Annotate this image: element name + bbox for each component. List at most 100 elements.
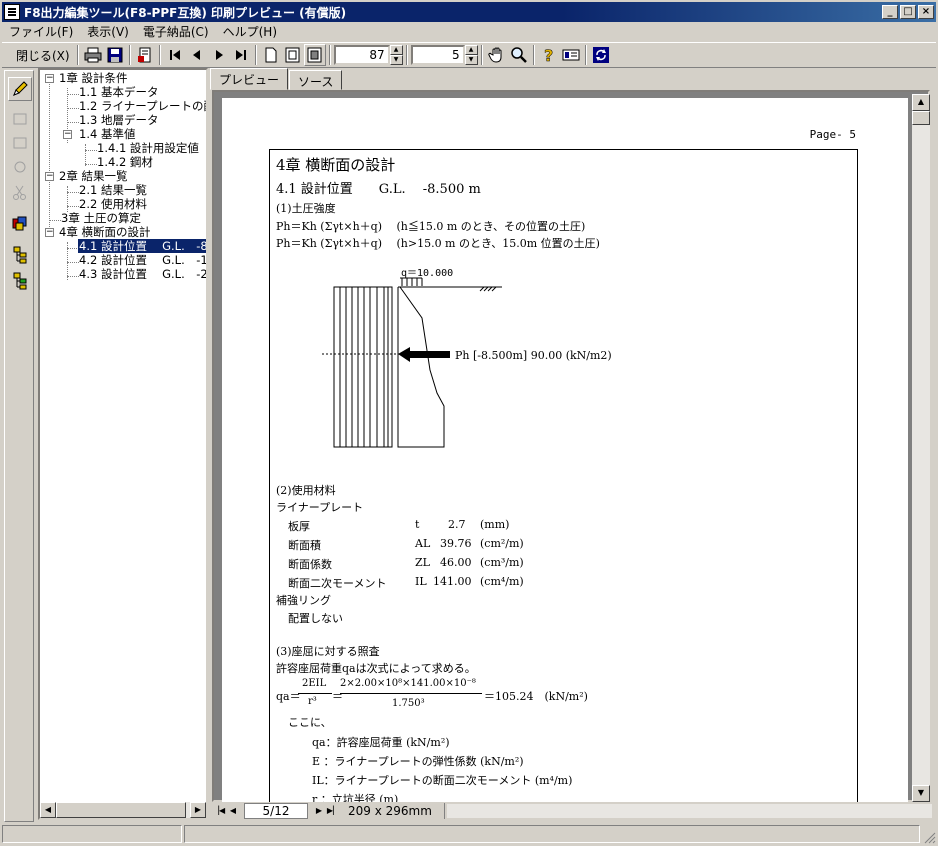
tree-line (67, 262, 79, 263)
nav-prev-icon[interactable]: ◀ (226, 804, 240, 818)
tree-item-2-2[interactable]: 2.2 使用材料 (79, 197, 147, 211)
collapse-toggle-icon[interactable]: − (45, 228, 54, 237)
fraction-bar (340, 693, 482, 694)
close-preview-button[interactable]: 閉じる(X) (12, 44, 74, 66)
scroll-thumb[interactable] (56, 802, 186, 818)
tree-horizontal-scrollbar[interactable]: ◀ ▶ (40, 802, 206, 818)
help-question-icon: ? (543, 46, 553, 64)
tree-line (67, 94, 79, 95)
view-tabs: プレビュー ソース (210, 68, 343, 90)
prev-page-button[interactable] (186, 44, 208, 66)
tree-collapse-button[interactable] (8, 269, 32, 293)
zoom-input[interactable]: 87 (333, 45, 390, 65)
tree-item-1-4-2[interactable]: 1.4.2 鋼材 (97, 155, 153, 169)
nav-next-icon[interactable]: ▶ (312, 804, 326, 818)
toolbar-separator (532, 45, 535, 65)
tab-preview[interactable]: プレビュー (210, 68, 289, 90)
tree-item-4-2[interactable]: 4.2 設計位置 G.L. -15 (79, 253, 206, 267)
page-spin-arrows[interactable]: ▲ ▼ (464, 45, 478, 65)
tree-item-ch3[interactable]: 3章 土圧の算定 (61, 211, 141, 225)
maximize-button[interactable]: □ (900, 5, 916, 19)
scroll-right-arrow-icon[interactable]: ▶ (190, 802, 206, 818)
tree-item-1-3[interactable]: 1.3 地層データ (79, 113, 158, 127)
tree-line (67, 206, 79, 207)
tree-item-4-3[interactable]: 4.3 設計位置 G.L. -20 (79, 267, 206, 281)
edit-button[interactable] (8, 77, 32, 101)
tree-expand-button[interactable] (8, 243, 32, 267)
first-page-button[interactable] (164, 44, 186, 66)
page-spinner[interactable]: 5 ▲ ▼ (410, 45, 478, 65)
tree-item-1-4[interactable]: 1.4 基準値 (79, 127, 135, 141)
tree-item-1-4-1[interactable]: 1.4.1 設計用設定値 (97, 141, 199, 155)
zoom-tool-button[interactable] (508, 44, 530, 66)
scroll-up-arrow-icon[interactable]: ▲ (912, 94, 930, 111)
collapse-toggle-icon[interactable]: − (63, 130, 72, 139)
scroll-left-arrow-icon[interactable]: ◀ (40, 802, 56, 818)
collapse-toggle-icon[interactable]: − (45, 74, 54, 83)
page-input[interactable]: 5 (410, 45, 465, 65)
main-toolbar: 閉じる(X) 87 ▲ ▼ 5 ▲ ▼ ? (2, 42, 936, 68)
page-indicator-field[interactable]: 5/12 (244, 803, 308, 819)
resize-grip-icon[interactable] (922, 830, 936, 844)
page-setup-button[interactable] (134, 44, 156, 66)
tree-item-4-1[interactable]: 4.1 設計位置 G.L. -8 (78, 239, 206, 253)
tree-item-ch4[interactable]: 4章 横断面の設計 (59, 225, 150, 239)
tab-source[interactable]: ソース (289, 70, 343, 90)
menu-view[interactable]: 表示(V) (80, 23, 136, 40)
page-number: Page- 5 (809, 128, 856, 141)
save-button[interactable] (104, 44, 126, 66)
paint-icon (12, 216, 27, 231)
menu-file[interactable]: ファイル(F) (2, 23, 80, 40)
last-page-button[interactable] (230, 44, 252, 66)
menu-help[interactable]: ヘルプ(H) (216, 23, 284, 40)
ring-value: 配置しない (288, 612, 343, 625)
nav-last-icon[interactable]: ▶▏ (326, 804, 340, 818)
tree-item-ch2[interactable]: 2章 結果一覧 (59, 169, 127, 183)
qa-denominator-2: 1.750³ (392, 698, 425, 709)
tree-item-2-1[interactable]: 2.1 結果一覧 (79, 183, 147, 197)
next-page-button[interactable] (208, 44, 230, 66)
preview-vertical-scrollbar[interactable]: ▲ ▼ (912, 94, 930, 802)
color-button[interactable] (8, 211, 32, 235)
zoom-up-arrow-icon[interactable]: ▲ (389, 45, 403, 55)
nav-divider (443, 803, 445, 819)
help-button[interactable]: ? (538, 44, 560, 66)
menu-delivery[interactable]: 電子納品(C) (136, 23, 216, 40)
about-button[interactable] (560, 44, 582, 66)
toolbar-separator (328, 45, 331, 65)
nav-first-icon[interactable]: ▕◀ (212, 804, 226, 818)
zoom-down-arrow-icon[interactable]: ▼ (389, 55, 403, 65)
fit-page-button[interactable] (303, 44, 326, 66)
insert-below-button (8, 131, 32, 155)
minimize-button[interactable]: _ (882, 5, 898, 19)
tree-item-ch1[interactable]: 1章 設計条件 (59, 71, 127, 85)
zoom-spin-arrows[interactable]: ▲ ▼ (389, 45, 403, 65)
status-bar (2, 824, 936, 844)
toolbar-separator (584, 45, 587, 65)
page-up-arrow-icon[interactable]: ▲ (464, 45, 478, 55)
fit-width-button[interactable] (282, 44, 304, 66)
hand-tool-button[interactable] (486, 44, 508, 66)
materials-heading: (2)使用材料 (276, 484, 336, 497)
refresh-button[interactable] (590, 44, 612, 66)
window-title: F8出力編集ツール(F8-PPF互換) 印刷プレビュー (有償版) (24, 5, 347, 20)
tree-item-1-1[interactable]: 1.1 基本データ (79, 85, 158, 99)
zoom-spinner[interactable]: 87 ▲ ▼ (333, 45, 403, 65)
scroll-thumb[interactable] (912, 111, 930, 125)
single-page-button[interactable] (260, 44, 282, 66)
qa-numerator-1: 2EIL (302, 678, 327, 689)
tree-item-1-2[interactable]: 1.2 ライナープレートの配 (79, 99, 206, 113)
preview-horizontal-scrolltrack[interactable] (446, 804, 932, 818)
page-down-arrow-icon[interactable]: ▼ (464, 55, 478, 65)
close-window-button[interactable]: × (918, 5, 934, 19)
pressure-arrow (398, 347, 450, 362)
qa-equals: ＝ (332, 690, 343, 703)
print-button[interactable] (82, 44, 104, 66)
material-symbol: t (415, 518, 420, 531)
collapse-toggle-icon[interactable]: − (45, 172, 54, 181)
tree-expand-icon (13, 246, 27, 264)
scroll-down-arrow-icon[interactable]: ▼ (912, 785, 930, 802)
status-pane-left (2, 825, 182, 843)
status-pane-main (184, 825, 920, 843)
cut-button (8, 181, 32, 205)
